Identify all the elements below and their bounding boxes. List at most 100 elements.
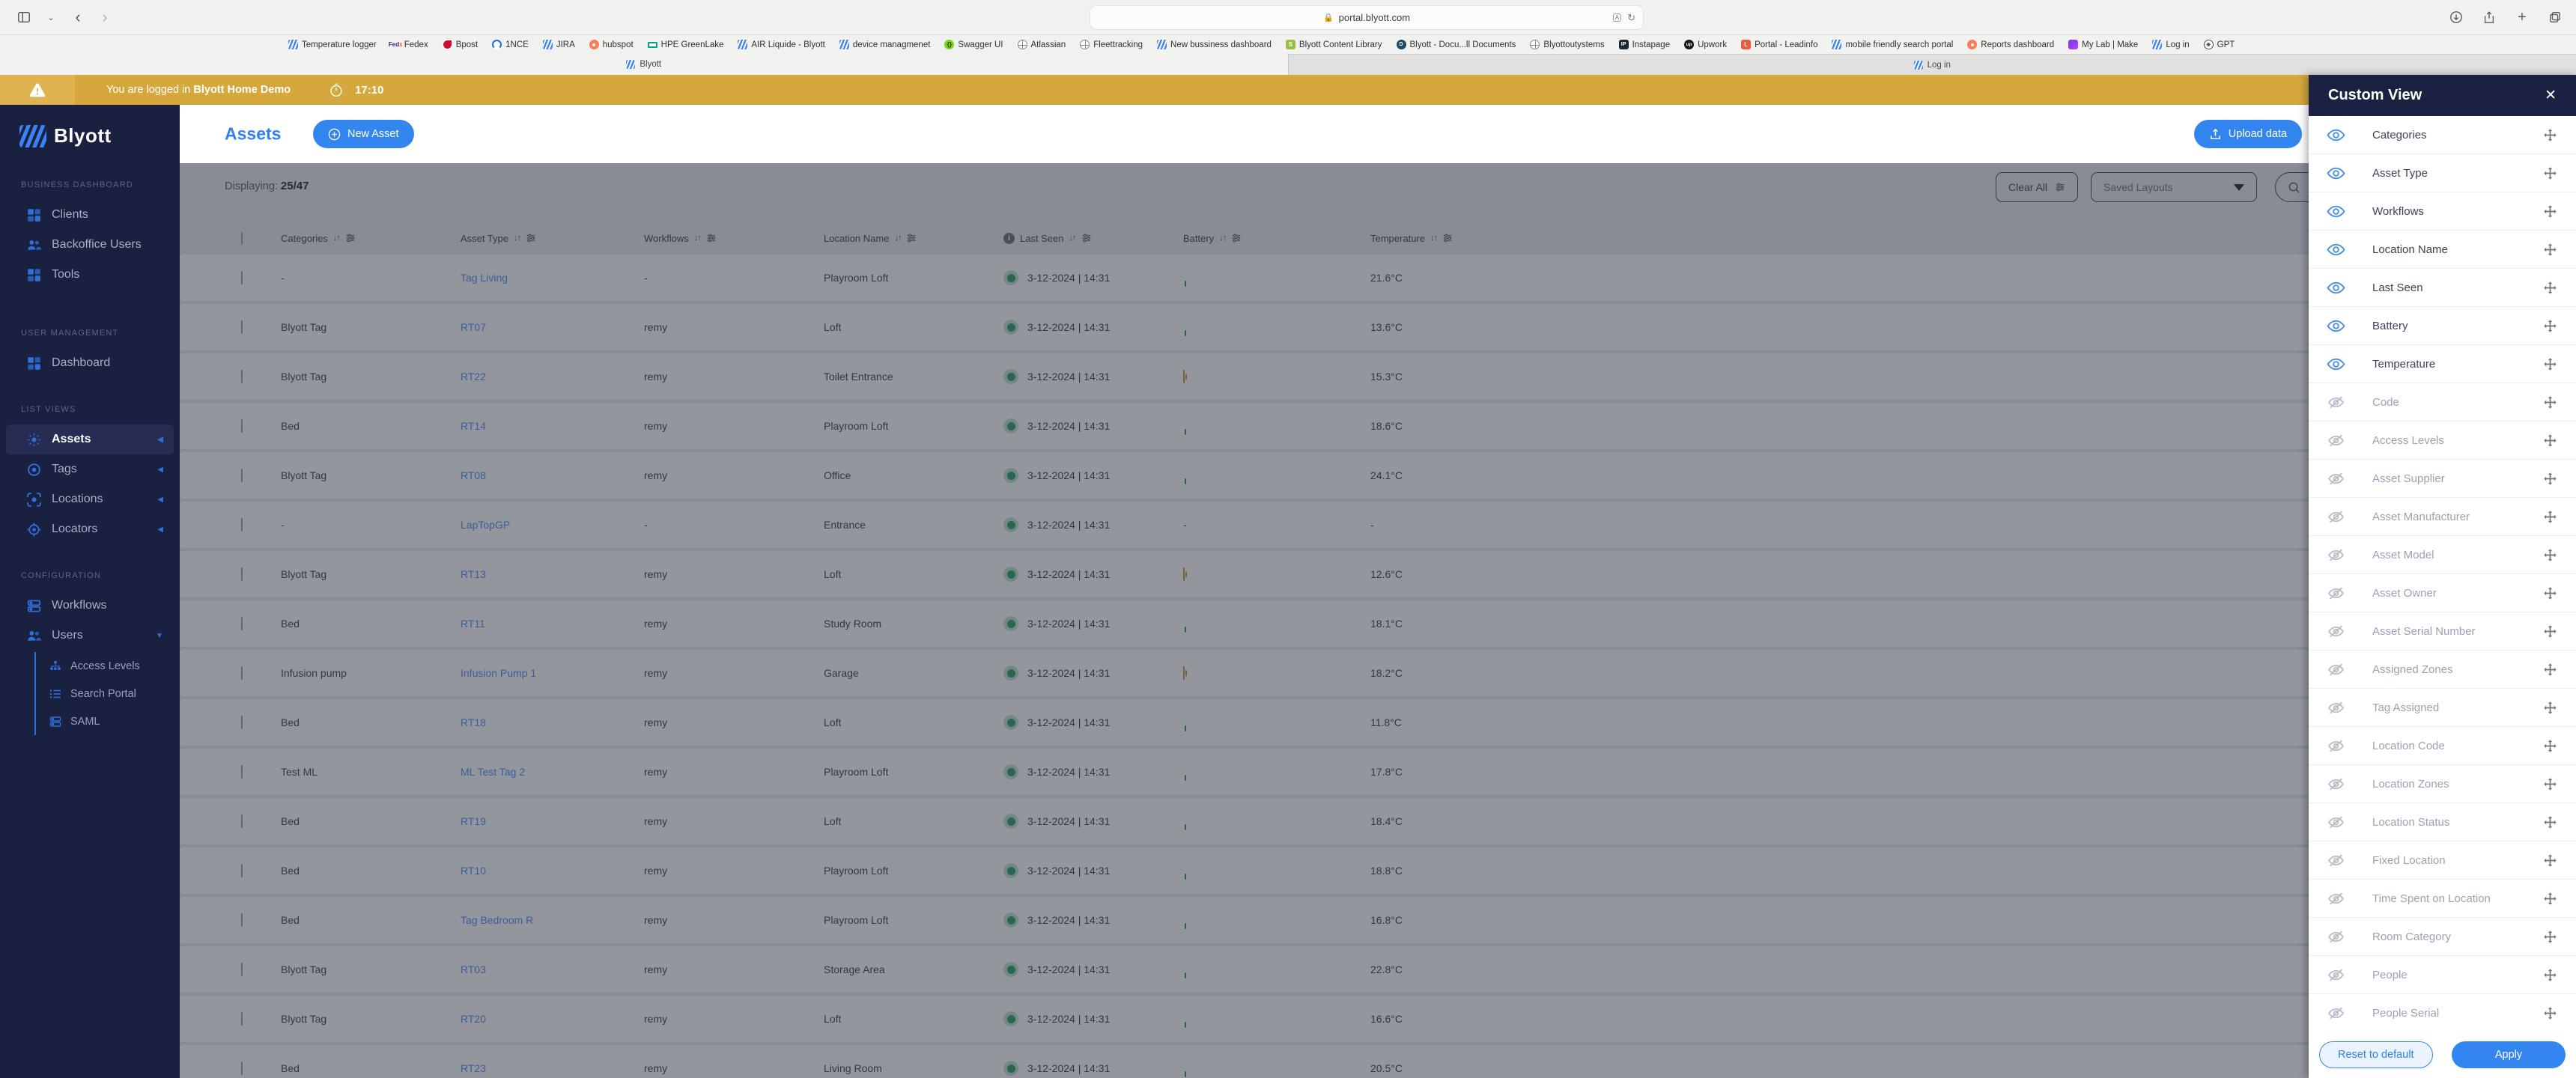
- bookmark-item[interactable]: New bussiness dashboard: [1157, 40, 1272, 49]
- bookmark-item[interactable]: mobile friendly search portal: [1832, 40, 1953, 49]
- asset-type-link[interactable]: Tag Bedroom R: [461, 914, 533, 926]
- bookmark-item[interactable]: Reports dashboard: [1967, 40, 2054, 49]
- column-filter-icon[interactable]: [906, 233, 917, 243]
- bookmark-item[interactable]: Log in: [2152, 40, 2189, 49]
- column-header-workflows[interactable]: Workflows↓↑: [644, 233, 824, 244]
- row-checkbox[interactable]: [241, 1062, 243, 1075]
- table-row[interactable]: Blyott TagRT08remyOffice3-12-2024 | 14:3…: [180, 452, 2576, 499]
- row-checkbox[interactable]: [241, 271, 243, 284]
- bookmark-item[interactable]: 1NCE: [492, 40, 529, 49]
- eye-off-icon[interactable]: [2327, 622, 2345, 641]
- bookmark-item[interactable]: device managmenet: [839, 40, 931, 49]
- move-handle-icon[interactable]: [2542, 1005, 2558, 1021]
- table-row[interactable]: BedRT23remyLiving Room3-12-2024 | 14:312…: [180, 1045, 2576, 1078]
- column-filter-icon[interactable]: [1081, 233, 1092, 243]
- bookmark-item[interactable]: Fleettracking: [1080, 40, 1143, 49]
- sort-icon[interactable]: ↓↑: [694, 234, 701, 243]
- move-handle-icon[interactable]: [2542, 662, 2558, 677]
- move-handle-icon[interactable]: [2542, 929, 2558, 945]
- table-row[interactable]: BedTag Bedroom RremyPlayroom Loft3-12-20…: [180, 897, 2576, 943]
- sidebar-subitem-access-levels[interactable]: Access Levels: [36, 652, 180, 680]
- eye-icon[interactable]: [2327, 240, 2345, 259]
- move-handle-icon[interactable]: [2542, 318, 2558, 334]
- row-checkbox[interactable]: [241, 765, 243, 779]
- column-header-asset-type[interactable]: Asset Type↓↑: [461, 233, 644, 244]
- table-row[interactable]: Blyott TagRT07remyLoft3-12-2024 | 14:311…: [180, 304, 2576, 350]
- table-row[interactable]: BedRT11remyStudy Room3-12-2024 | 14:3118…: [180, 600, 2576, 647]
- bookmark-item[interactable]: My Lab | Make: [2068, 40, 2138, 49]
- bookmark-item[interactable]: FedxFedex: [391, 40, 428, 49]
- row-checkbox[interactable]: [241, 864, 243, 877]
- bookmark-item[interactable]: Atlassian: [1018, 40, 1066, 49]
- move-handle-icon[interactable]: [2542, 853, 2558, 868]
- eye-off-icon[interactable]: [2327, 928, 2345, 946]
- eye-off-icon[interactable]: [2327, 431, 2345, 450]
- row-checkbox[interactable]: [241, 814, 243, 828]
- row-checkbox[interactable]: [241, 518, 243, 532]
- sidebar-subitem-saml[interactable]: SAML: [36, 707, 180, 735]
- sort-icon[interactable]: ↓↑: [1069, 234, 1076, 243]
- saved-layouts-dropdown[interactable]: Saved Layouts: [2091, 172, 2257, 202]
- asset-type-link[interactable]: RT20: [461, 1013, 486, 1025]
- move-handle-icon[interactable]: [2542, 356, 2558, 372]
- asset-type-link[interactable]: RT03: [461, 963, 486, 975]
- row-checkbox[interactable]: [241, 1012, 243, 1026]
- table-row[interactable]: BedRT10remyPlayroom Loft3-12-2024 | 14:3…: [180, 847, 2576, 894]
- address-bar[interactable]: 🔒 portal.blyott.com A ↻: [1090, 5, 1644, 30]
- sort-icon[interactable]: ↓↑: [894, 234, 901, 243]
- move-handle-icon[interactable]: [2542, 624, 2558, 639]
- table-row[interactable]: BedRT14remyPlayroom Loft3-12-2024 | 14:3…: [180, 403, 2576, 449]
- eye-off-icon[interactable]: [2327, 698, 2345, 717]
- move-handle-icon[interactable]: [2542, 547, 2558, 563]
- eye-off-icon[interactable]: [2327, 966, 2345, 984]
- bookmark-item[interactable]: hubspot: [589, 40, 634, 49]
- column-filter-icon[interactable]: [526, 233, 536, 243]
- bookmark-item[interactable]: Bpost: [443, 40, 478, 49]
- row-checkbox[interactable]: [241, 963, 243, 976]
- chevron-down-icon[interactable]: ⌄: [43, 10, 58, 25]
- table-row[interactable]: -Tag Living-Playroom Loft3-12-2024 | 14:…: [180, 255, 2576, 301]
- move-handle-icon[interactable]: [2542, 891, 2558, 907]
- column-header-last-seen[interactable]: iLast Seen↓↑: [1003, 233, 1183, 244]
- asset-type-link[interactable]: RT14: [461, 420, 486, 432]
- eye-icon[interactable]: [2327, 317, 2345, 335]
- sort-icon[interactable]: ↓↑: [333, 234, 340, 243]
- eye-off-icon[interactable]: [2327, 660, 2345, 679]
- bookmark-item[interactable]: DBlyott - Docu...ll Documents: [1397, 40, 1516, 49]
- bookmark-item[interactable]: LPortal - Leadinfo: [1741, 40, 1817, 49]
- move-handle-icon[interactable]: [2542, 509, 2558, 525]
- asset-type-link[interactable]: RT22: [461, 371, 486, 383]
- eye-off-icon[interactable]: [2327, 851, 2345, 870]
- sort-icon[interactable]: ↓↑: [1219, 234, 1226, 243]
- row-checkbox[interactable]: [241, 469, 243, 482]
- table-row[interactable]: -LapTopGP-Entrance3-12-2024 | 14:31--: [180, 502, 2576, 548]
- clear-all-button[interactable]: Clear All: [1996, 172, 2078, 202]
- move-handle-icon[interactable]: [2542, 776, 2558, 792]
- row-checkbox[interactable]: [241, 617, 243, 630]
- eye-off-icon[interactable]: [2327, 813, 2345, 832]
- sidebar-toggle-icon[interactable]: [16, 10, 31, 25]
- eye-icon[interactable]: [2327, 355, 2345, 374]
- bookmark-item[interactable]: SBlyott Content Library: [1286, 40, 1382, 49]
- table-row[interactable]: Blyott TagRT20remyLoft3-12-2024 | 14:311…: [180, 996, 2576, 1042]
- app-logo[interactable]: Blyott: [0, 105, 180, 147]
- bookmark-item[interactable]: IPInstapage: [1619, 40, 1671, 49]
- move-handle-icon[interactable]: [2542, 585, 2558, 601]
- reset-to-default-button[interactable]: Reset to default: [2319, 1041, 2433, 1068]
- column-header-location-name[interactable]: Location Name↓↑: [824, 233, 1003, 244]
- sort-icon[interactable]: ↓↑: [1430, 234, 1437, 243]
- row-checkbox[interactable]: [241, 666, 243, 680]
- bookmark-item[interactable]: HPE GreenLake: [648, 40, 724, 49]
- eye-off-icon[interactable]: [2327, 469, 2345, 488]
- asset-type-link[interactable]: RT13: [461, 568, 486, 580]
- table-row[interactable]: BedRT19remyLoft3-12-2024 | 14:3118.4°C: [180, 798, 2576, 844]
- eye-off-icon[interactable]: [2327, 546, 2345, 564]
- move-handle-icon[interactable]: [2542, 280, 2558, 296]
- move-handle-icon[interactable]: [2542, 471, 2558, 487]
- new-asset-button[interactable]: New Asset: [313, 120, 414, 148]
- asset-type-link[interactable]: RT08: [461, 469, 486, 481]
- sidebar-item-tools[interactable]: Tools: [6, 260, 174, 290]
- column-header-categories[interactable]: Categories↓↑: [281, 233, 461, 244]
- forward-button[interactable]: ›: [97, 10, 112, 25]
- move-handle-icon[interactable]: [2542, 967, 2558, 983]
